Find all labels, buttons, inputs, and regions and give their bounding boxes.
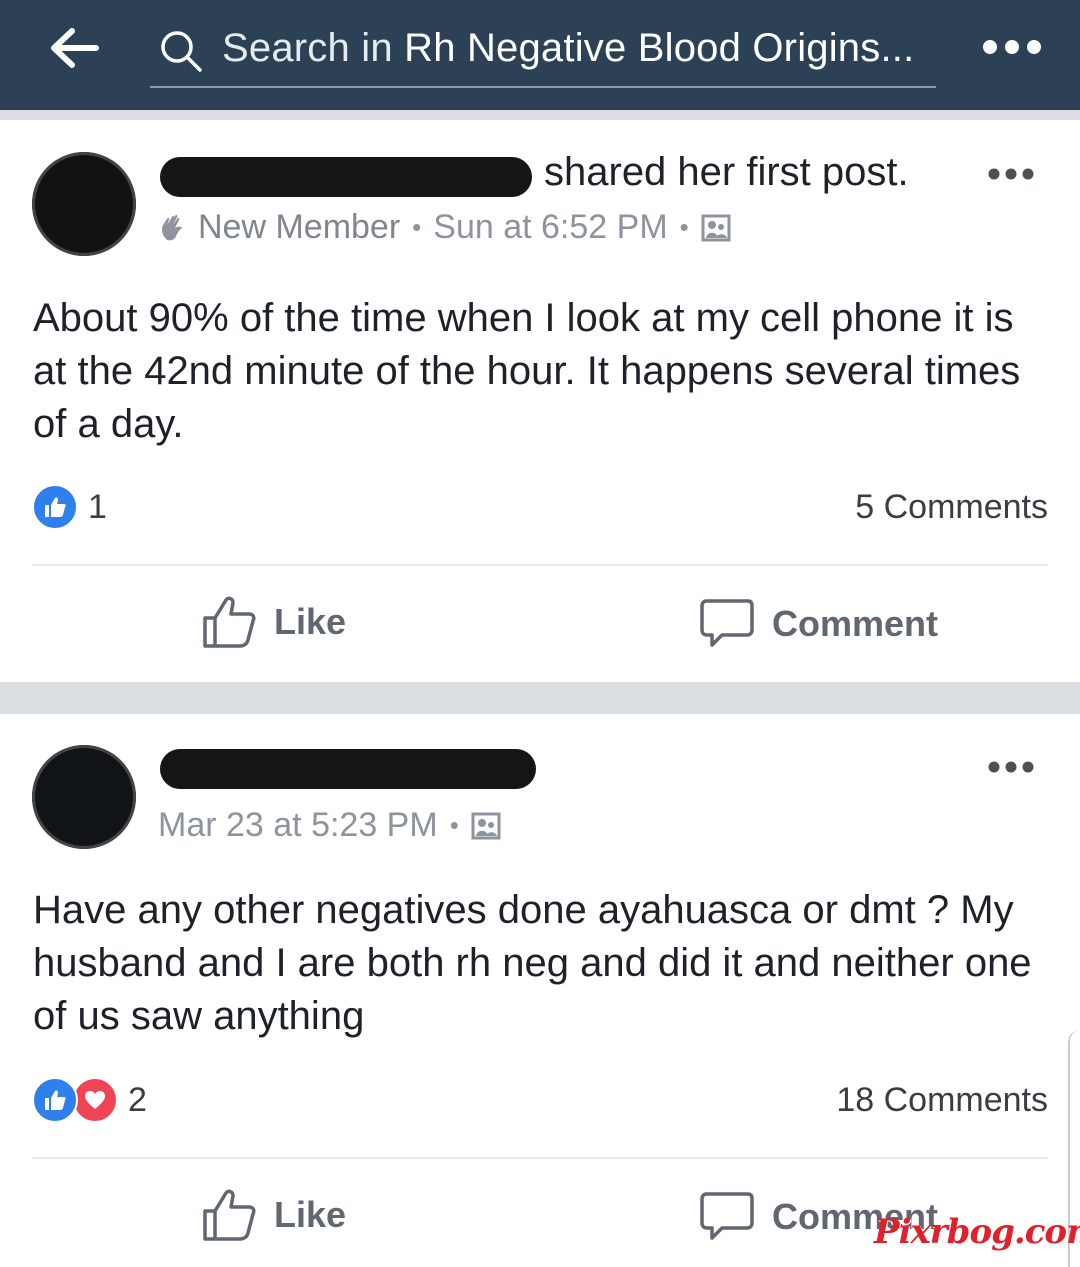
post-timestamp[interactable]: Mar 23 at 5:23 PM — [158, 806, 438, 845]
divider — [32, 1157, 1048, 1159]
search-placeholder: Search in Rh Negative Blood Origins... — [222, 26, 915, 70]
group-privacy-icon — [471, 812, 501, 839]
comment-bubble-icon — [700, 599, 754, 647]
more-options-icon[interactable] — [982, 36, 1042, 58]
reaction-count: 1 — [88, 487, 107, 526]
comment-label: Comment — [772, 603, 939, 644]
search-icon — [161, 31, 202, 72]
divider — [32, 564, 1048, 566]
like-thumb-icon — [203, 1189, 256, 1241]
post-timestamp[interactable]: Sun at 6:52 PM — [433, 208, 667, 247]
back-arrow-icon[interactable] — [48, 26, 100, 70]
member-badge: New Member — [198, 208, 401, 246]
redacted-author-name — [160, 157, 532, 197]
group-search-input[interactable]: Search in Rh Negative Blood Origins... — [150, 20, 936, 88]
post-meta: New Member • Sun at 6:52 PM • — [158, 208, 731, 247]
meta-separator: • — [449, 810, 459, 840]
author-avatar[interactable] — [32, 152, 136, 256]
post-body: About 90% of the time when I look at my … — [33, 296, 1021, 446]
comment-button[interactable]: Comment — [700, 598, 938, 650]
meta-separator: • — [679, 212, 689, 242]
love-reaction-icon — [72, 1077, 118, 1123]
reaction-summary[interactable]: 1 — [32, 484, 107, 530]
meta-separator: • — [412, 212, 422, 242]
reaction-summary[interactable]: 2 — [32, 1077, 147, 1123]
like-reaction-icon — [32, 484, 78, 530]
reaction-count: 2 — [128, 1080, 147, 1119]
like-label: Like — [274, 1194, 347, 1235]
post-meta: Mar 23 at 5:23 PM • — [158, 806, 501, 845]
comments-count[interactable]: 18 Comments — [836, 1081, 1048, 1120]
like-button[interactable]: Like — [202, 1189, 346, 1241]
watermark: Pixrbog.com — [874, 1212, 1080, 1252]
top-bar: Search in Rh Negative Blood Origins... — [0, 0, 1080, 110]
waving-hand-icon — [162, 214, 182, 240]
group-privacy-icon — [701, 214, 731, 241]
comments-count[interactable]: 5 Comments — [855, 488, 1048, 527]
post-options-icon[interactable] — [988, 759, 1034, 775]
like-button[interactable]: Like — [202, 596, 346, 648]
like-label: Like — [274, 601, 347, 642]
like-reaction-icon — [32, 1077, 78, 1123]
author-avatar[interactable] — [32, 745, 136, 849]
like-thumb-icon — [203, 596, 256, 648]
comment-bubble-icon — [700, 1192, 754, 1240]
post-body: Have any other negatives done ayahuasca … — [33, 888, 1032, 1038]
shared-post-text: shared her first post. — [544, 150, 909, 194]
post-options-icon[interactable] — [988, 166, 1034, 182]
redacted-author-name — [160, 749, 536, 789]
